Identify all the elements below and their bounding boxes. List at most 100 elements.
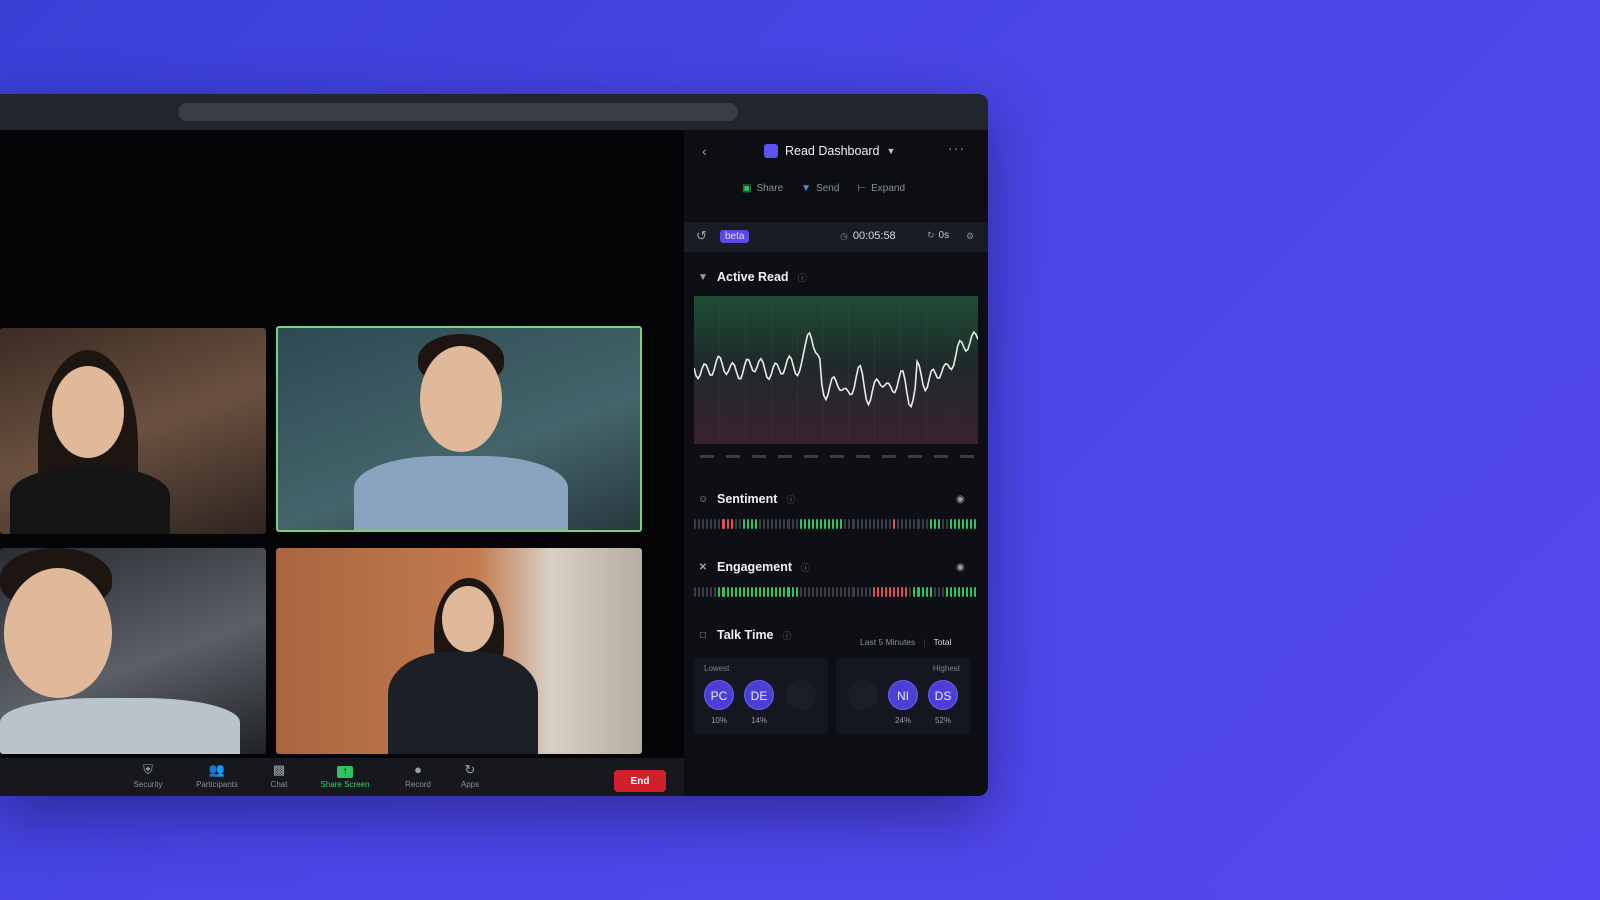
timeline-segment (730, 587, 733, 597)
timeline-segment (958, 587, 961, 597)
timeline-segment (941, 587, 944, 597)
address-bar[interactable] (178, 103, 738, 121)
timeline-segment (893, 519, 896, 529)
timeline-segment (945, 519, 948, 529)
timeline-segment (832, 519, 835, 529)
sync-icon[interactable]: ↺ (696, 228, 707, 244)
time-axis-tick (804, 455, 818, 458)
security-button[interactable]: ⛨ Security (118, 762, 178, 789)
info-icon[interactable]: ⓘ (783, 629, 792, 642)
timeline-segment (767, 587, 770, 597)
info-icon[interactable]: ⓘ (798, 271, 807, 284)
avatar[interactable]: DS (928, 680, 958, 710)
range-last-5-minutes[interactable]: Last 5 Minutes (860, 637, 915, 647)
participant-face (52, 366, 124, 458)
more-options-icon[interactable]: ··· (948, 140, 965, 156)
timeline-segment (771, 587, 774, 597)
timeline-segment (767, 519, 770, 529)
timeline-segment (779, 587, 782, 597)
record-button[interactable]: ● Record (388, 762, 448, 789)
engagement-timeline (694, 587, 977, 597)
share-screen-icon: ↑ (315, 762, 375, 778)
signal-icon: ▼ (698, 271, 708, 283)
timeline-segment (836, 519, 839, 529)
timeline-segment (876, 587, 879, 597)
timeline-segment (897, 587, 900, 597)
app-logo-icon (764, 144, 778, 158)
back-arrow-icon[interactable]: ‹ (702, 143, 707, 159)
video-tile-participant-3[interactable] (0, 548, 266, 754)
info-icon[interactable]: ⓘ (786, 493, 795, 506)
expand-button[interactable]: ⊢ Expand (857, 183, 905, 194)
timeline-segment (921, 519, 924, 529)
avatar[interactable]: NI (888, 680, 918, 710)
timeline-segment (775, 587, 778, 597)
participant-face (4, 568, 112, 698)
timeline-segment (754, 587, 757, 597)
share-button[interactable]: ▣ Share (742, 183, 783, 194)
chat-button[interactable]: ▩ Chat (249, 762, 309, 789)
timeline-segment (819, 519, 822, 529)
talk-time-lowest: Lowest PC 10% DE 14% (694, 658, 828, 734)
timeline-segment (856, 587, 859, 597)
timeline-segment (933, 587, 936, 597)
time-axis-tick (856, 455, 870, 458)
eye-icon[interactable]: ◉ (956, 562, 965, 573)
record-icon: ● (414, 762, 422, 777)
timeline-segment (872, 519, 875, 529)
timeline-segment (799, 587, 802, 597)
timeline-segment (852, 519, 855, 529)
talk-time-range-toggle: Last 5 Minutes | Total (860, 637, 951, 647)
timeline-segment (856, 519, 859, 529)
participants-button[interactable]: 👥 Participants (187, 762, 247, 789)
timeline-segment (844, 587, 847, 597)
video-tile-active-speaker[interactable] (276, 326, 642, 532)
timeline-segment (966, 519, 969, 529)
avatar[interactable]: DE (744, 680, 774, 710)
engagement-header: ✕ Engagement ⓘ (698, 560, 811, 574)
participant-face (420, 346, 502, 452)
send-button[interactable]: ▼ Send (801, 183, 839, 194)
timeline-segment (734, 587, 737, 597)
timeline-segment (722, 519, 725, 529)
eye-icon[interactable]: ◉ (956, 494, 965, 505)
active-read-header: ▼ Active Read ⓘ (698, 270, 807, 284)
range-total[interactable]: Total (934, 637, 952, 647)
timeline-segment (852, 587, 855, 597)
time-axis-tick (830, 455, 844, 458)
settings-icon[interactable]: ⚙ (966, 231, 974, 242)
meeting-timer: ◷ 00:05:58 (840, 230, 896, 242)
chevron-down-icon: ▼ (886, 146, 896, 156)
timeline-segment (750, 587, 753, 597)
time-axis-tick (726, 455, 740, 458)
timeline-segment (828, 587, 831, 597)
timeline-segment (954, 587, 957, 597)
timeline-segment (795, 587, 798, 597)
timeline-segment (962, 587, 965, 597)
timeline-segment (734, 519, 737, 529)
chat-icon: ▩ (272, 762, 286, 777)
end-meeting-button[interactable]: End (614, 770, 666, 792)
video-tile-participant-4[interactable] (276, 548, 642, 754)
timeline-segment (962, 519, 965, 529)
dashboard-selector[interactable]: Read Dashboard ▼ (764, 144, 895, 158)
range-divider: | (923, 637, 926, 647)
timeline-segment (970, 587, 973, 597)
timeline-segment (811, 587, 814, 597)
share-screen-button[interactable]: ↑ Share Screen (315, 762, 375, 789)
apps-button[interactable]: ↻ Apps (440, 762, 500, 789)
timeline-segment (738, 587, 741, 597)
timeline-segment (726, 519, 729, 529)
read-dashboard-panel: ‹ Read Dashboard ▼ ··· ▣ Share ▼ Send ⊢ Exp… (684, 130, 988, 796)
panel-header: ‹ Read Dashboard ▼ ··· ▣ Share ▼ Send ⊢ Exp… (684, 130, 988, 212)
avatar[interactable]: PC (704, 680, 734, 710)
timeline-segment (738, 519, 741, 529)
timeline-segment (787, 587, 790, 597)
video-tile-participant-1[interactable] (0, 328, 266, 534)
info-icon[interactable]: ⓘ (801, 561, 810, 574)
talk-time-header: □ Talk Time ⓘ (699, 628, 792, 642)
video-grid: ⛨ Security 👥 Participants ▩ Chat ↑ Share… (0, 130, 684, 796)
timeline-segment (860, 519, 863, 529)
beta-badge: beta (720, 230, 750, 243)
participant-body (354, 456, 568, 530)
